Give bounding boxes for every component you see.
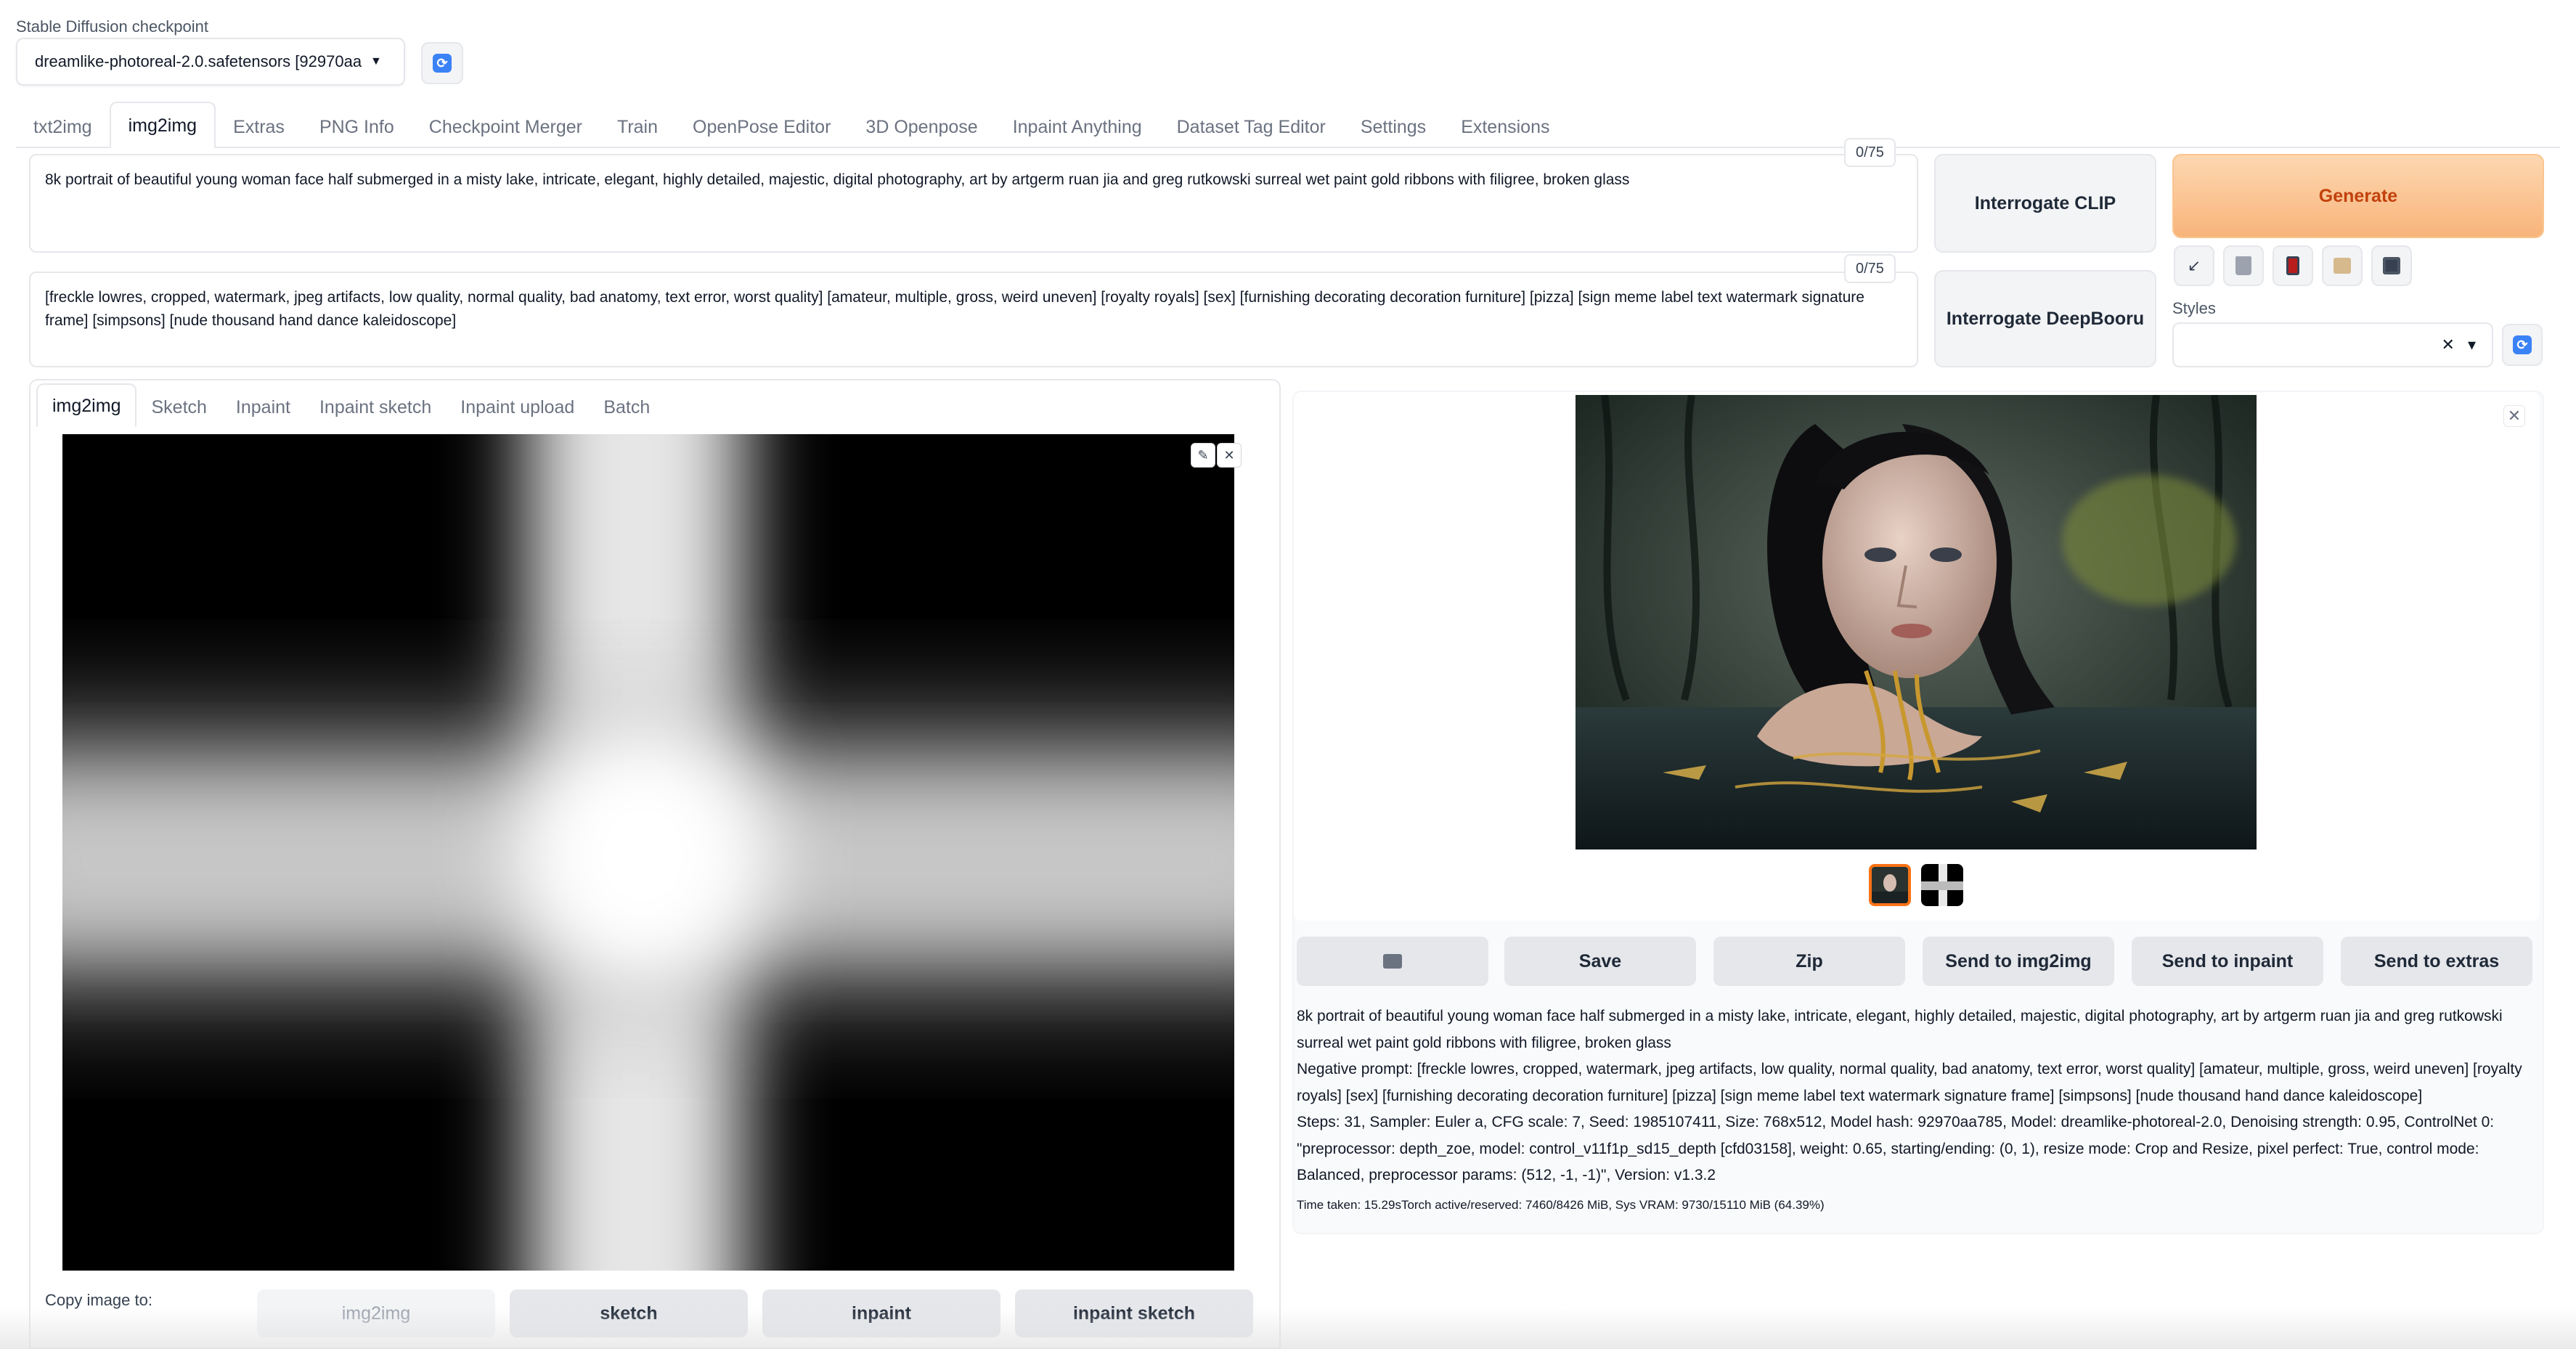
subtab-img2img[interactable]: img2img [36,383,137,427]
copy-to-img2img-button[interactable]: img2img [257,1289,495,1337]
copy-image-label: Copy image to: [45,1291,152,1309]
checkpoint-dropdown[interactable]: dreamlike-photoreal-2.0.safetensors [929… [16,38,405,86]
prompt-token-counter: 0/75 [1844,138,1896,167]
save-icon [2383,257,2400,274]
negative-prompt-text: [freckle lowres, cropped, watermark, jpe… [45,289,1864,329]
subtab-inpaint[interactable]: Inpaint [221,388,305,427]
generation-info: 8k portrait of beautiful young woman fac… [1297,1003,2524,1189]
refresh-styles-button[interactable]: ⟳ [2502,324,2543,366]
checkpoint-value: dreamlike-photoreal-2.0.safetensors [929… [35,52,362,70]
trash-icon [2235,256,2251,275]
subtab-inpaint-sketch[interactable]: Inpaint sketch [305,388,446,427]
tab-png-info[interactable]: PNG Info [302,106,412,148]
zip-button[interactable]: Zip [1713,937,1905,986]
time-taken: Time taken: 15.29sTorch active/reserved:… [1297,1198,1825,1212]
thumbnail-portrait-image [1872,867,1908,903]
info-negative-prompt: Negative prompt: [freckle lowres, croppe… [1297,1061,2522,1104]
negative-prompt-input[interactable]: [freckle lowres, cropped, watermark, jpe… [29,272,1918,367]
save-style-button[interactable] [2371,245,2412,286]
gallery-thumbnail-controlnet[interactable] [1921,864,1963,906]
styles-dropdown[interactable]: ✕ ▾ [2172,322,2493,367]
folder-icon [1383,954,1402,969]
tab-extras[interactable]: Extras [216,106,302,148]
output-image[interactable] [1576,395,2257,849]
save-button[interactable]: Save [1504,937,1696,986]
apply-style-button[interactable] [2322,245,2363,286]
clear-styles-icon[interactable]: ✕ [2442,335,2455,354]
interrogate-deepbooru-button[interactable]: Interrogate DeepBooru [1934,270,2156,367]
extra-networks-button[interactable] [2273,245,2313,286]
thumbnail-depth-image [1921,864,1963,906]
chevron-down-icon: ▼ [370,55,382,68]
portrait-image [1576,395,2257,849]
close-icon[interactable]: ✕ [1217,443,1242,468]
arrow-icon: ↙ [2187,256,2201,274]
interrogate-clip-button[interactable]: Interrogate CLIP [1934,154,2156,253]
send-to-inpaint-button[interactable]: Send to inpaint [2132,937,2323,986]
chevron-down-icon: ▾ [2467,335,2476,354]
prompt-input[interactable]: 8k portrait of beautiful young woman fac… [29,154,1918,253]
tab-3d-openpose[interactable]: 3D Openpose [848,106,995,148]
send-to-extras-button[interactable]: Send to extras [2341,937,2532,986]
prompt-text: 8k portrait of beautiful young woman fac… [45,171,1630,188]
input-image [62,434,1234,1271]
read-params-button[interactable]: ↙ [2174,245,2214,286]
refresh-checkpoint-button[interactable]: ⟳ [421,42,463,84]
refresh-icon: ⟳ [433,54,452,73]
main-tabs: txt2img img2img Extras PNG Info Checkpoint M… [16,102,1567,148]
tab-train[interactable]: Train [600,106,675,148]
open-folder-button[interactable] [1297,937,1488,986]
copy-to-inpaint-sketch-button[interactable]: inpaint sketch [1015,1289,1253,1337]
notes-icon [2334,258,2351,274]
send-to-img2img-button[interactable]: Send to img2img [1923,937,2114,986]
info-params: Steps: 31, Sampler: Euler a, CFG scale: … [1297,1114,2495,1183]
tab-openpose-editor[interactable]: OpenPose Editor [675,106,848,148]
generate-button[interactable]: Generate [2172,154,2544,238]
copy-to-sketch-button[interactable]: sketch [510,1289,748,1337]
tab-extensions[interactable]: Extensions [1443,106,1567,148]
styles-label: Styles [2172,299,2216,317]
close-icon[interactable]: ✕ [2503,405,2525,427]
subtab-sketch[interactable]: Sketch [136,388,221,427]
img2img-mode-tabs: img2img Sketch Inpaint Inpaint sketch Inpain… [36,383,664,427]
tab-inpaint-anything[interactable]: Inpaint Anything [995,106,1159,148]
info-prompt: 8k portrait of beautiful young woman fac… [1297,1008,2503,1051]
clipboard-icon [2286,256,2299,275]
tab-img2img[interactable]: img2img [109,102,216,148]
gallery-thumbnail-portrait[interactable] [1869,864,1911,906]
subtab-inpaint-upload[interactable]: Inpaint upload [446,388,589,427]
copy-to-inpaint-button[interactable]: inpaint [762,1289,1000,1337]
negative-prompt-token-counter: 0/75 [1844,254,1896,283]
tab-dataset-tag-editor[interactable]: Dataset Tag Editor [1159,106,1343,148]
checkpoint-label: Stable Diffusion checkpoint [16,17,208,36]
refresh-icon: ⟳ [2513,335,2532,354]
input-image-canvas[interactable] [62,434,1234,1271]
edit-icon[interactable]: ✎ [1191,443,1215,468]
subtab-batch[interactable]: Batch [589,388,664,427]
clear-prompt-button[interactable] [2223,245,2264,286]
tab-settings[interactable]: Settings [1343,106,1443,148]
tab-checkpoint-merger[interactable]: Checkpoint Merger [412,106,600,148]
tab-txt2img[interactable]: txt2img [16,106,110,148]
